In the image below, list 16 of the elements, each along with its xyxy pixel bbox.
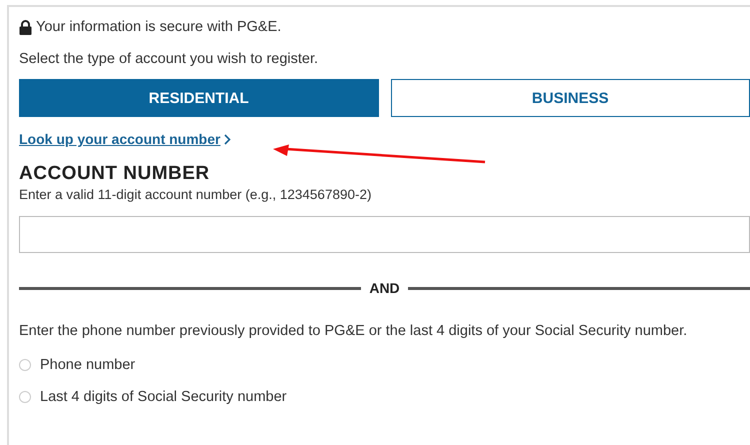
chevron-icon: [224, 134, 232, 144]
divider-label: AND: [369, 280, 400, 296]
radio-label[interactable]: Phone number: [40, 357, 136, 373]
radio-label[interactable]: Last 4 digits of Social Security number: [40, 389, 287, 405]
lookup-account-link[interactable]: Look up your account number: [19, 131, 232, 147]
radio-button[interactable]: [19, 359, 31, 371]
account-number-hint: Enter a valid 11-digit account number (e.g., 1234567890-2): [19, 187, 372, 202]
account-number-heading: ACCOUNT NUMBER: [19, 163, 211, 185]
account-number-field[interactable]: [19, 216, 750, 253]
lock-icon: [19, 20, 32, 34]
account-type-tab[interactable]: RESIDENTIAL: [19, 79, 378, 117]
radio-button[interactable]: [19, 391, 31, 403]
verify-prompt: Enter the phone number previously provided to PG&E or the last 4 digits of your Social Security number.: [19, 323, 688, 339]
account-type-tab[interactable]: BUSINESS: [390, 79, 750, 117]
account-type-prompt: Select the type of account you wish to register.: [19, 51, 320, 67]
security-note: Your information is secure with PG&E.: [36, 19, 282, 35]
